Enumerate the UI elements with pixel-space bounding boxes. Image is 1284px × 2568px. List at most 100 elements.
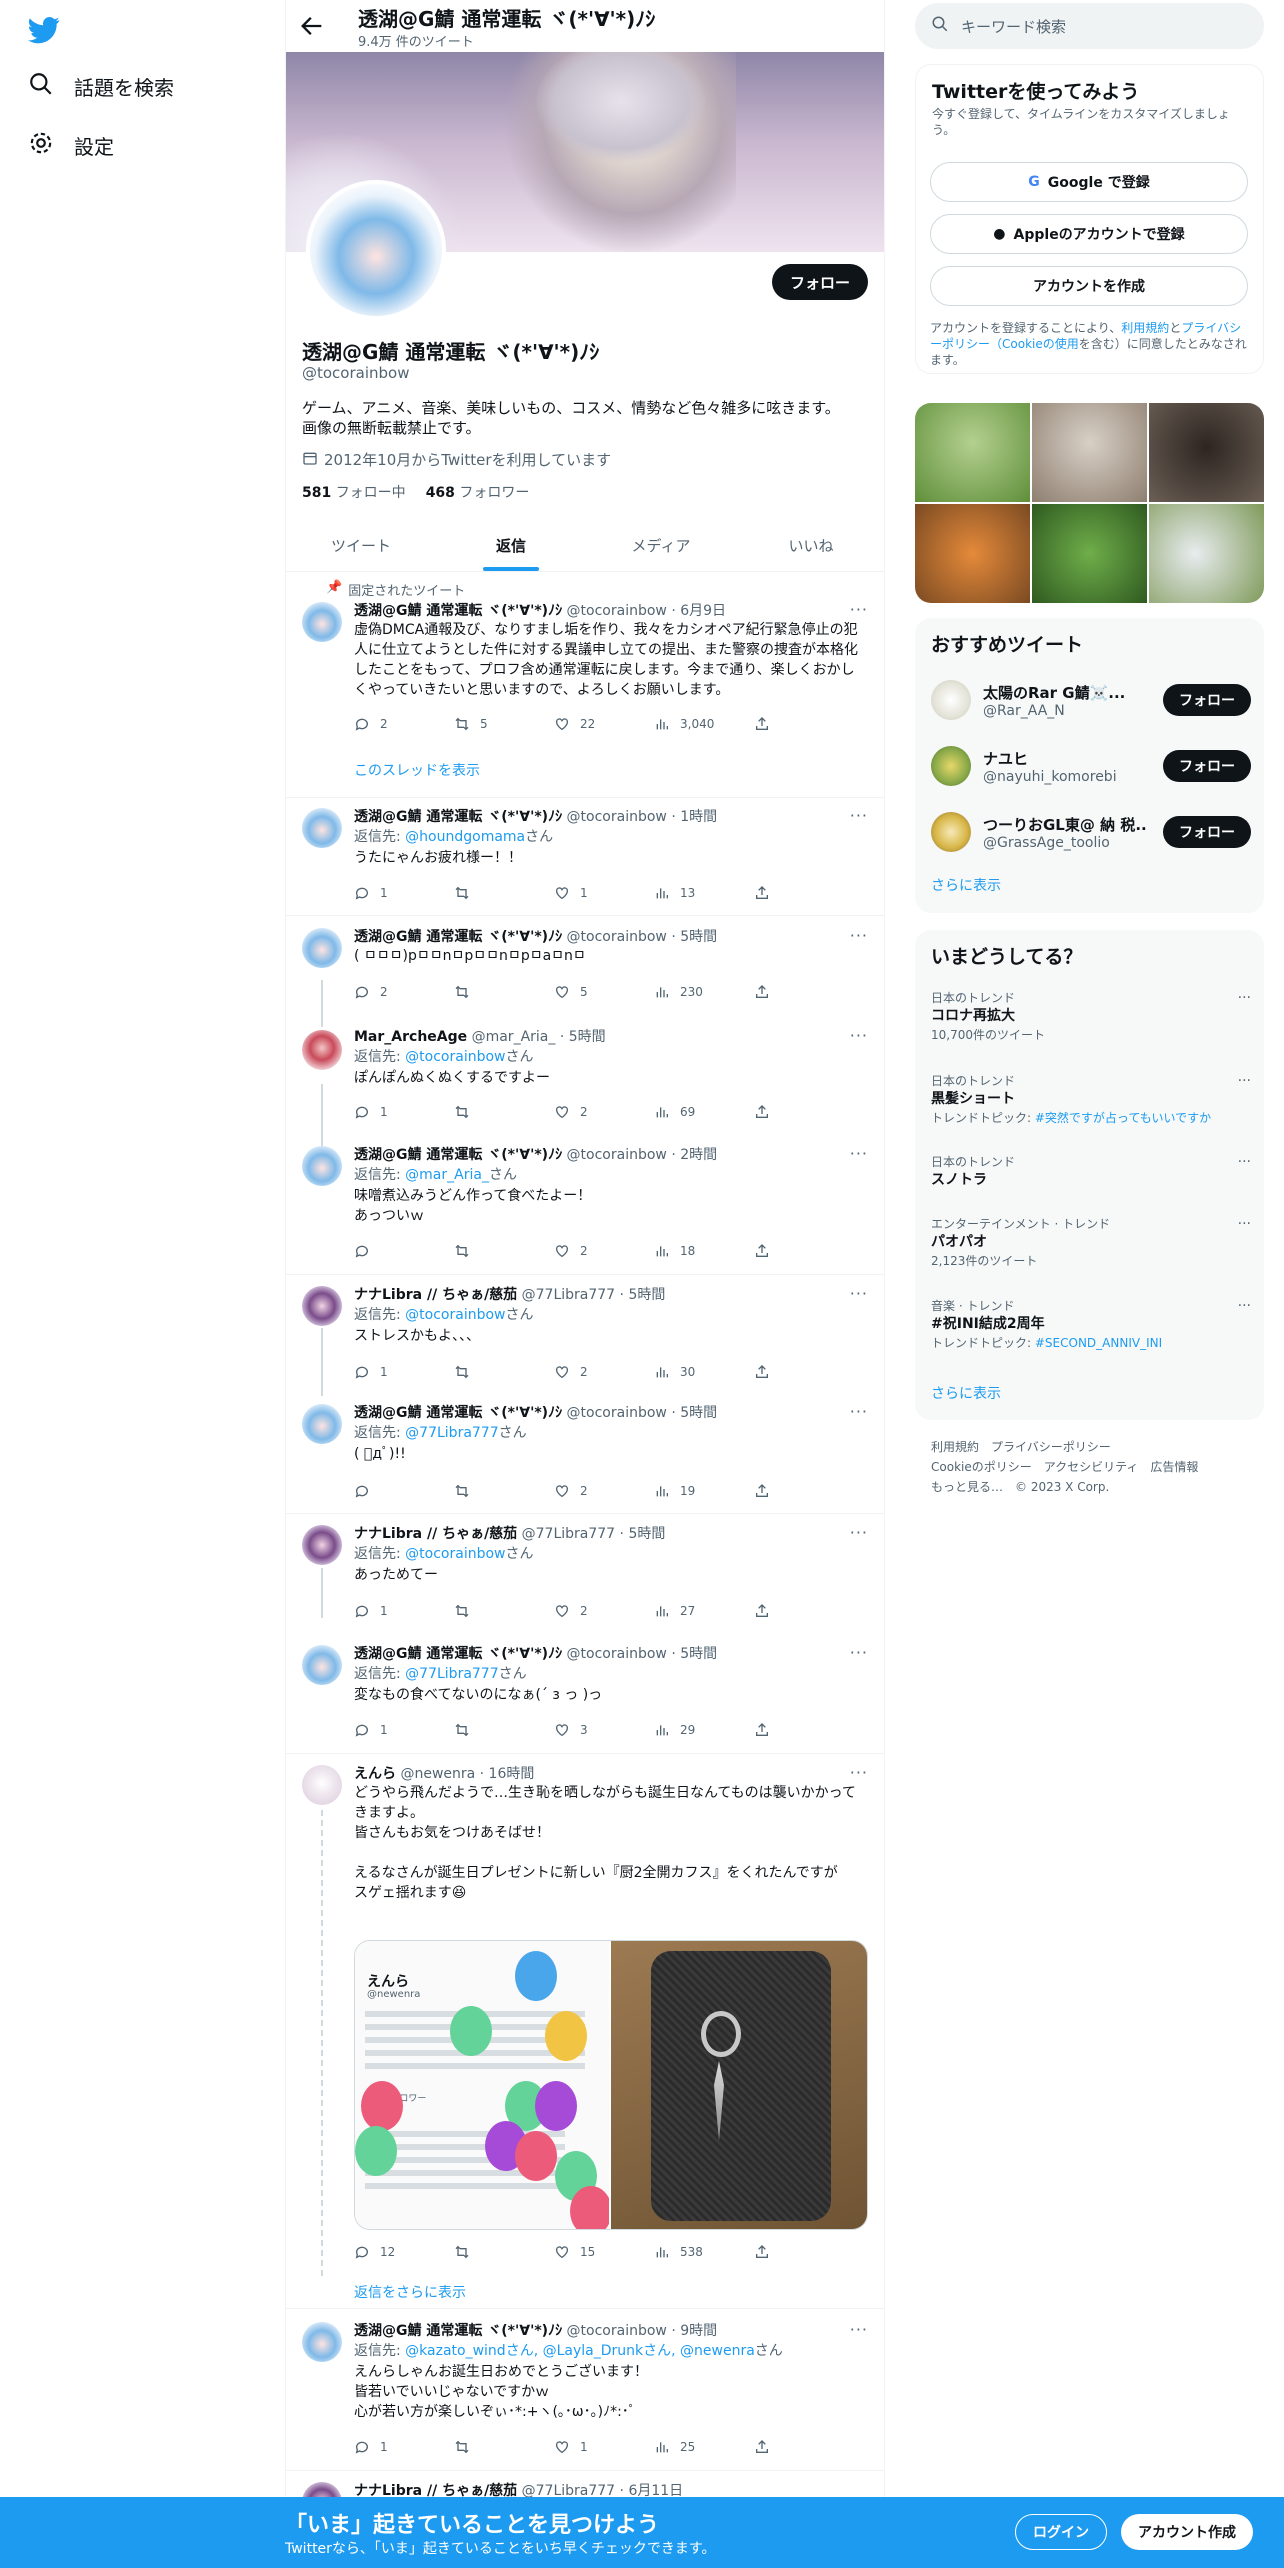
trends-show-more[interactable]: さらに表示 xyxy=(931,1383,1001,1403)
share-button[interactable] xyxy=(754,1364,774,1380)
tweet-avatar[interactable] xyxy=(302,1404,342,1444)
share-button[interactable] xyxy=(754,885,774,901)
share-button[interactable] xyxy=(754,1603,774,1619)
reply-button[interactable]: 12 xyxy=(354,2244,444,2260)
views-button[interactable]: 3,040 xyxy=(654,716,744,732)
tweet-author-name[interactable]: Mar_ArcheAge xyxy=(354,1029,467,1045)
share-button[interactable] xyxy=(754,2439,774,2455)
tweet-author-name[interactable]: 透湖@G鯖 通常運転 ヾ(*'∀'*)ﾉｼ xyxy=(354,603,562,619)
photo-thumb[interactable] xyxy=(1149,504,1264,603)
retweet-button[interactable]: 5 xyxy=(454,716,544,732)
profile-avatar[interactable] xyxy=(306,180,446,320)
views-button[interactable]: 27 xyxy=(654,1603,744,1619)
retweet-button[interactable] xyxy=(454,1364,544,1380)
search-input[interactable]: キーワード検索 xyxy=(961,16,1066,37)
reply-mention-link[interactable]: @tocorainbow xyxy=(405,1307,505,1323)
avatar[interactable] xyxy=(931,680,971,720)
media-image-screenshot[interactable]: えんら @newenra 73 フォロワー xyxy=(355,1941,611,2229)
reply-mention-link[interactable]: @mar_Aria_ xyxy=(405,1167,489,1183)
follow-button[interactable]: フォロー xyxy=(1163,750,1251,782)
signup-button[interactable]: アカウント作成 xyxy=(1121,2514,1253,2550)
tweet-author-name[interactable]: ナナLibra // ちゃぁ/慈茄 xyxy=(354,1526,517,1542)
views-button[interactable]: 18 xyxy=(654,1243,744,1259)
reply-button[interactable]: 1 xyxy=(354,2439,444,2455)
reply-mention-link[interactable]: @77Libra777 xyxy=(405,1666,498,1682)
trend-item[interactable]: 音楽 · トレンド #祝INI結成2周年 トレンドトピック: #SECOND_A… xyxy=(931,1298,1251,1352)
tweet-avatar[interactable] xyxy=(302,1030,342,1070)
like-button[interactable]: 2 xyxy=(554,1364,644,1380)
retweet-button[interactable] xyxy=(454,984,544,1000)
reply-mention-link[interactable]: @77Libra777 xyxy=(405,1425,498,1441)
footer-line[interactable]: もっと見る… © 2023 X Corp. xyxy=(931,1477,1251,1497)
share-button[interactable] xyxy=(754,2244,774,2260)
avatar[interactable] xyxy=(931,746,971,786)
tweet-author-name[interactable]: 透湖@G鯖 通常運転 ヾ(*'∀'*)ﾉｼ xyxy=(354,1405,562,1421)
retweet-button[interactable] xyxy=(454,1483,544,1499)
tab-replies[interactable]: 返信 xyxy=(436,519,586,571)
like-button[interactable]: 2 xyxy=(554,1243,644,1259)
retweet-button[interactable] xyxy=(454,885,544,901)
trend-item[interactable]: 日本のトレンド 黒髪ショート トレンドトピック: #突然ですが占ってもいいですか… xyxy=(931,1073,1251,1127)
followers-link[interactable]: 468 フォロワー xyxy=(426,482,530,502)
photo-thumb[interactable] xyxy=(915,403,1030,502)
recommended-user[interactable]: ナユヒ @nayuhi_komorebi フォロー xyxy=(931,738,1251,794)
retweet-button[interactable] xyxy=(454,1243,544,1259)
reply-button[interactable]: 1 xyxy=(354,885,444,901)
tweet-avatar[interactable] xyxy=(302,1146,342,1186)
show-thread-link[interactable]: このスレッドを表示 xyxy=(354,760,480,780)
follow-button[interactable]: フォロー xyxy=(771,264,868,300)
retweet-button[interactable] xyxy=(454,2439,544,2455)
views-button[interactable]: 230 xyxy=(654,984,744,1000)
like-button[interactable]: 1 xyxy=(554,885,644,901)
trend-item[interactable]: 日本のトレンド コロナ再拡大 10,700件のツイート ··· xyxy=(931,990,1251,1044)
photo-thumb[interactable] xyxy=(915,504,1030,603)
search-box[interactable]: キーワード検索 xyxy=(915,3,1264,49)
reply-mention-link[interactable]: @houndgomama xyxy=(405,829,525,845)
trend-item[interactable]: エンターテインメント · トレンド パオパオ 2,123件のツイート ··· xyxy=(931,1216,1251,1270)
tweet-avatar[interactable] xyxy=(302,928,342,968)
reply-button[interactable]: 1 xyxy=(354,1722,444,1738)
tweet-author-name[interactable]: 透湖@G鯖 通常運転 ヾ(*'∀'*)ﾉｼ xyxy=(354,1147,562,1163)
tab-media[interactable]: メディア xyxy=(586,519,736,571)
share-button[interactable] xyxy=(754,1243,774,1259)
tweet-avatar[interactable] xyxy=(302,808,342,848)
show-more-replies-link[interactable]: 返信をさらに表示 xyxy=(354,2282,466,2302)
follow-button[interactable]: フォロー xyxy=(1163,684,1251,716)
terms-link[interactable]: 利用規約 xyxy=(1121,321,1169,335)
following-link[interactable]: 581 フォロー中 xyxy=(302,482,406,502)
tweet-author-name[interactable]: えんら xyxy=(354,1766,396,1782)
more-options-icon[interactable]: ··· xyxy=(1238,1216,1251,1232)
twitter-logo-icon[interactable] xyxy=(28,14,60,46)
login-button[interactable]: ログイン xyxy=(1015,2514,1107,2550)
follow-button[interactable]: フォロー xyxy=(1163,816,1251,848)
like-button[interactable]: 22 xyxy=(554,716,644,732)
views-button[interactable]: 25 xyxy=(654,2439,744,2455)
trend-item[interactable]: 日本のトレンド スノトラ ··· xyxy=(931,1154,1251,1190)
footer-line[interactable]: 利用規約 プライバシーポリシー xyxy=(931,1437,1251,1457)
share-button[interactable] xyxy=(754,1483,774,1499)
apple-signup-button[interactable]: ● Appleのアカウントで登録 xyxy=(930,214,1248,254)
reply-button[interactable]: 1 xyxy=(354,1104,444,1120)
nav-explore[interactable]: 話題を検索 xyxy=(28,66,174,106)
more-options-icon[interactable]: ··· xyxy=(1238,1154,1251,1170)
photo-thumb[interactable] xyxy=(1032,504,1147,603)
reply-button[interactable] xyxy=(354,1483,444,1499)
more-options-icon[interactable]: ··· xyxy=(1238,1298,1251,1314)
like-button[interactable]: 3 xyxy=(554,1722,644,1738)
reply-button[interactable] xyxy=(354,1243,444,1259)
reply-mention-link[interactable]: @tocorainbow xyxy=(405,1049,505,1065)
like-button[interactable]: 2 xyxy=(554,1603,644,1619)
tweet-avatar[interactable] xyxy=(302,1645,342,1685)
reply-button[interactable]: 1 xyxy=(354,1364,444,1380)
more-options-icon[interactable]: ··· xyxy=(1238,990,1251,1006)
reply-button[interactable]: 2 xyxy=(354,716,444,732)
tweet-avatar[interactable] xyxy=(302,2322,342,2362)
reply-button[interactable]: 2 xyxy=(354,984,444,1000)
reply-mention-link[interactable]: @kazato_windさん, @Layla_Drunkさん, @newenra xyxy=(405,2343,755,2359)
tweet-avatar[interactable] xyxy=(302,1286,342,1326)
more-options-icon[interactable]: ··· xyxy=(1238,1073,1251,1089)
recommended-user[interactable]: 太陽のRar G鯖☠️... @Rar_AA_N フォロー xyxy=(931,672,1251,728)
trend-topic-link[interactable]: #SECOND_ANNIV_INI xyxy=(1035,1336,1162,1350)
retweet-button[interactable] xyxy=(454,1104,544,1120)
create-account-button[interactable]: アカウントを作成 xyxy=(930,266,1248,306)
